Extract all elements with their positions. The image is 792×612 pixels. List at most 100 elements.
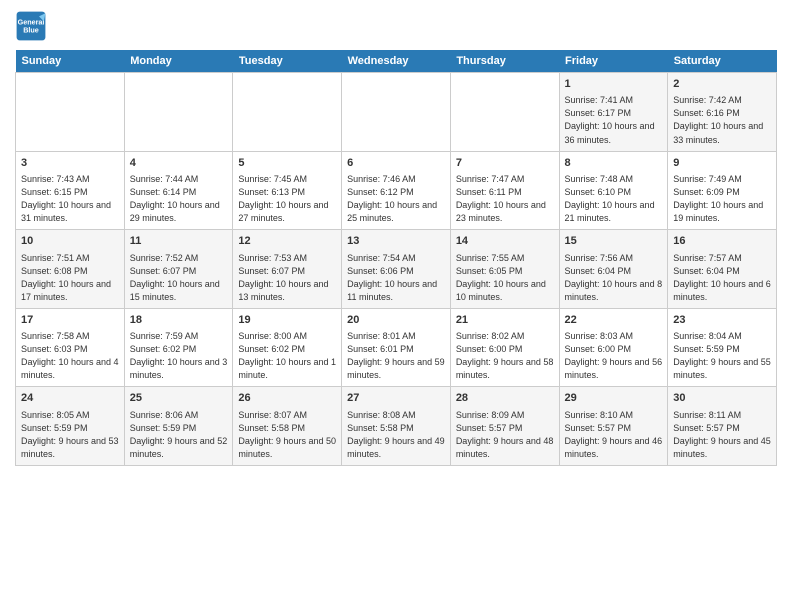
weekday-header-thursday: Thursday [450,50,559,73]
day-info: Sunrise: 7:58 AMSunset: 6:03 PMDaylight:… [21,330,119,382]
day-info: Sunrise: 7:57 AMSunset: 6:04 PMDaylight:… [673,252,771,304]
day-number: 4 [130,156,228,171]
day-info: Sunrise: 8:00 AMSunset: 6:02 PMDaylight:… [238,330,336,382]
svg-text:Blue: Blue [23,25,39,34]
calendar-cell: 9 Sunrise: 7:49 AMSunset: 6:09 PMDaylight… [668,151,777,230]
calendar-week-row: 1 Sunrise: 7:41 AMSunset: 6:17 PMDaylight… [16,73,777,152]
calendar-table: SundayMondayTuesdayWednesdayThursdayFrid… [15,50,777,466]
day-info: Sunrise: 7:55 AMSunset: 6:05 PMDaylight:… [456,252,554,304]
calendar-cell: 5 Sunrise: 7:45 AMSunset: 6:13 PMDaylight… [233,151,342,230]
calendar-week-row: 10 Sunrise: 7:51 AMSunset: 6:08 PMDayligh… [16,230,777,309]
day-number: 17 [21,313,119,328]
day-number: 16 [673,234,771,249]
day-number: 9 [673,156,771,171]
weekday-header-row: SundayMondayTuesdayWednesdayThursdayFrid… [16,50,777,73]
day-info: Sunrise: 7:53 AMSunset: 6:07 PMDaylight:… [238,252,336,304]
day-number: 13 [347,234,445,249]
calendar-header: SundayMondayTuesdayWednesdayThursdayFrid… [16,50,777,73]
day-number: 20 [347,313,445,328]
calendar-cell [233,73,342,152]
day-info: Sunrise: 8:08 AMSunset: 5:58 PMDaylight:… [347,409,445,461]
day-info: Sunrise: 8:06 AMSunset: 5:59 PMDaylight:… [130,409,228,461]
calendar-body: 1 Sunrise: 7:41 AMSunset: 6:17 PMDaylight… [16,73,777,466]
calendar-cell [450,73,559,152]
day-number: 1 [565,77,663,92]
calendar-cell: 10 Sunrise: 7:51 AMSunset: 6:08 PMDayligh… [16,230,125,309]
calendar-cell: 28 Sunrise: 8:09 AMSunset: 5:57 PMDayligh… [450,387,559,466]
day-number: 15 [565,234,663,249]
weekday-header-friday: Friday [559,50,668,73]
day-number: 2 [673,77,771,92]
calendar-cell: 30Sunrise: 8:11 AMSunset: 5:57 PMDayligh… [668,387,777,466]
weekday-header-tuesday: Tuesday [233,50,342,73]
day-number: 14 [456,234,554,249]
calendar-cell: 21Sunrise: 8:02 AMSunset: 6:00 PMDayligh… [450,308,559,387]
weekday-header-saturday: Saturday [668,50,777,73]
calendar-cell: 27 Sunrise: 8:08 AMSunset: 5:58 PMDayligh… [342,387,451,466]
day-info: Sunrise: 8:01 AMSunset: 6:01 PMDaylight:… [347,330,445,382]
calendar-week-row: 3Sunrise: 7:43 AMSunset: 6:15 PMDaylight… [16,151,777,230]
day-info: Sunrise: 7:45 AMSunset: 6:13 PMDaylight:… [238,173,336,225]
day-number: 5 [238,156,336,171]
calendar-cell: 14 Sunrise: 7:55 AMSunset: 6:05 PMDayligh… [450,230,559,309]
calendar-cell [16,73,125,152]
calendar-cell: 7Sunrise: 7:47 AMSunset: 6:11 PMDaylight… [450,151,559,230]
day-number: 3 [21,156,119,171]
day-info: Sunrise: 7:54 AMSunset: 6:06 PMDaylight:… [347,252,445,304]
day-info: Sunrise: 7:44 AMSunset: 6:14 PMDaylight:… [130,173,228,225]
calendar-cell [124,73,233,152]
day-info: Sunrise: 7:56 AMSunset: 6:04 PMDaylight:… [565,252,663,304]
calendar-cell: 12 Sunrise: 7:53 AMSunset: 6:07 PMDayligh… [233,230,342,309]
calendar-week-row: 24Sunrise: 8:05 AMSunset: 5:59 PMDayligh… [16,387,777,466]
calendar-cell: 3Sunrise: 7:43 AMSunset: 6:15 PMDaylight… [16,151,125,230]
logo-icon: General Blue [15,10,47,42]
weekday-header-monday: Monday [124,50,233,73]
day-info: Sunrise: 8:09 AMSunset: 5:57 PMDaylight:… [456,409,554,461]
day-info: Sunrise: 7:51 AMSunset: 6:08 PMDaylight:… [21,252,119,304]
weekday-header-sunday: Sunday [16,50,125,73]
day-number: 6 [347,156,445,171]
day-number: 11 [130,234,228,249]
day-number: 12 [238,234,336,249]
day-number: 10 [21,234,119,249]
day-number: 28 [456,391,554,406]
day-info: Sunrise: 7:42 AMSunset: 6:16 PMDaylight:… [673,94,771,146]
calendar-cell: 8 Sunrise: 7:48 AMSunset: 6:10 PMDaylight… [559,151,668,230]
day-info: Sunrise: 7:49 AMSunset: 6:09 PMDaylight:… [673,173,771,225]
day-info: Sunrise: 8:04 AMSunset: 5:59 PMDaylight:… [673,330,771,382]
calendar-cell: 26 Sunrise: 8:07 AMSunset: 5:58 PMDayligh… [233,387,342,466]
day-info: Sunrise: 7:59 AMSunset: 6:02 PMDaylight:… [130,330,228,382]
day-info: Sunrise: 8:07 AMSunset: 5:58 PMDaylight:… [238,409,336,461]
weekday-header-wednesday: Wednesday [342,50,451,73]
calendar-cell: 22Sunrise: 8:03 AMSunset: 6:00 PMDayligh… [559,308,668,387]
logo: General Blue [15,10,47,42]
calendar-cell: 4 Sunrise: 7:44 AMSunset: 6:14 PMDaylight… [124,151,233,230]
day-number: 8 [565,156,663,171]
calendar-cell: 2 Sunrise: 7:42 AMSunset: 6:16 PMDaylight… [668,73,777,152]
day-number: 29 [565,391,663,406]
calendar-week-row: 17 Sunrise: 7:58 AMSunset: 6:03 PMDayligh… [16,308,777,387]
day-info: Sunrise: 8:02 AMSunset: 6:00 PMDaylight:… [456,330,554,382]
calendar-cell [342,73,451,152]
day-number: 26 [238,391,336,406]
calendar-cell: 13 Sunrise: 7:54 AMSunset: 6:06 PMDayligh… [342,230,451,309]
calendar-cell: 15 Sunrise: 7:56 AMSunset: 6:04 PMDayligh… [559,230,668,309]
day-number: 7 [456,156,554,171]
day-info: Sunrise: 7:52 AMSunset: 6:07 PMDaylight:… [130,252,228,304]
calendar-page: General Blue SundayMondayTuesdayWednesda… [0,0,792,476]
day-number: 19 [238,313,336,328]
day-info: Sunrise: 8:05 AMSunset: 5:59 PMDaylight:… [21,409,119,461]
calendar-cell: 29Sunrise: 8:10 AMSunset: 5:57 PMDayligh… [559,387,668,466]
day-info: Sunrise: 8:03 AMSunset: 6:00 PMDaylight:… [565,330,663,382]
day-number: 27 [347,391,445,406]
calendar-cell: 23Sunrise: 8:04 AMSunset: 5:59 PMDayligh… [668,308,777,387]
calendar-cell: 25 Sunrise: 8:06 AMSunset: 5:59 PMDayligh… [124,387,233,466]
day-info: Sunrise: 7:48 AMSunset: 6:10 PMDaylight:… [565,173,663,225]
day-info: Sunrise: 8:11 AMSunset: 5:57 PMDaylight:… [673,409,771,461]
calendar-cell: 17 Sunrise: 7:58 AMSunset: 6:03 PMDayligh… [16,308,125,387]
day-info: Sunrise: 7:46 AMSunset: 6:12 PMDaylight:… [347,173,445,225]
calendar-cell: 19 Sunrise: 8:00 AMSunset: 6:02 PMDayligh… [233,308,342,387]
calendar-cell: 6 Sunrise: 7:46 AMSunset: 6:12 PMDaylight… [342,151,451,230]
day-info: Sunrise: 7:41 AMSunset: 6:17 PMDaylight:… [565,94,663,146]
day-number: 25 [130,391,228,406]
